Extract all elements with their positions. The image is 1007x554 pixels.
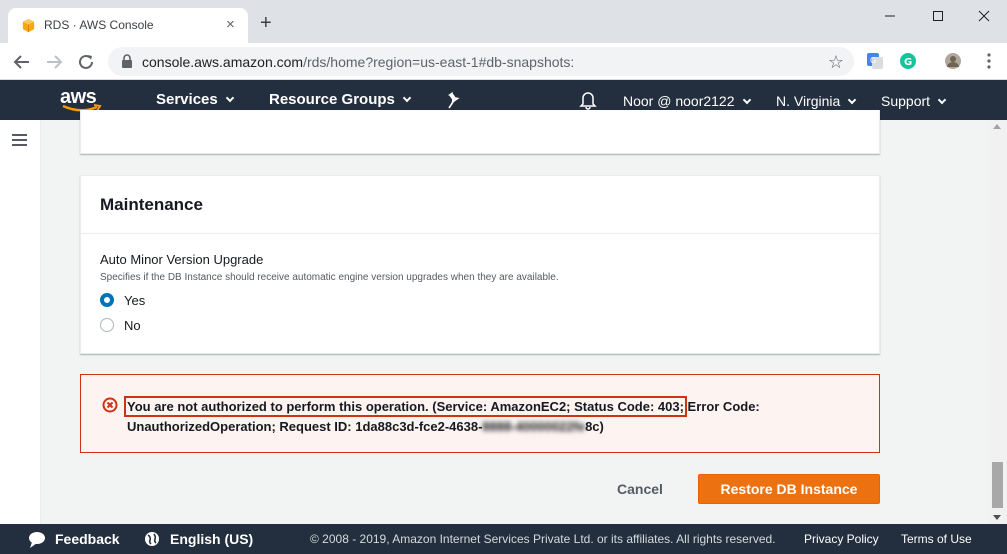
scroll-up-arrow-icon[interactable] <box>993 124 1001 129</box>
svg-text:G: G <box>870 56 876 65</box>
chevron-down-icon <box>848 95 857 105</box>
scroll-down-arrow-icon[interactable] <box>993 515 1001 520</box>
profile-avatar-icon[interactable] <box>944 52 962 70</box>
radio-button-unselected[interactable] <box>100 318 114 332</box>
services-menu[interactable]: Services <box>156 91 234 108</box>
minimize-window-icon[interactable] <box>878 6 902 26</box>
address-bar[interactable]: console.aws.amazon.com/rds/home?region=u… <box>108 47 854 76</box>
chevron-down-icon <box>742 95 751 105</box>
auto-minor-version-upgrade-label: Auto Minor Version Upgrade <box>100 252 264 267</box>
maintenance-panel: Maintenance Auto Minor Version Upgrade S… <box>80 175 880 354</box>
url-path: /rds/home?region=us-east-1#db-snapshots: <box>303 54 575 70</box>
auto-minor-version-upgrade-description: Specifies if the DB Instance should rece… <box>100 272 559 283</box>
privacy-policy-link[interactable]: Privacy Policy <box>804 532 879 546</box>
notifications-bell-icon[interactable] <box>579 90 597 110</box>
restore-db-instance-button[interactable]: Restore DB Instance <box>698 474 880 504</box>
error-message: You are not authorized to perform this o… <box>124 396 867 437</box>
cancel-button[interactable]: Cancel <box>606 475 674 504</box>
support-menu[interactable]: Support <box>881 93 947 109</box>
account-label: Noor @ noor2122 <box>623 93 735 109</box>
svg-text:G: G <box>904 57 912 68</box>
previous-section-panel <box>80 110 880 154</box>
maintenance-title: Maintenance <box>100 195 203 214</box>
close-window-icon[interactable] <box>972 6 996 26</box>
google-translate-icon[interactable]: G <box>866 52 884 70</box>
chevron-down-icon <box>937 95 947 105</box>
url-host: console.aws.amazon.com <box>142 54 304 70</box>
reload-icon[interactable] <box>75 51 97 73</box>
maximize-window-icon[interactable] <box>926 6 950 26</box>
close-tab-icon[interactable]: × <box>226 16 235 34</box>
aws-favicon-icon <box>22 18 35 33</box>
page-scrollbar[interactable] <box>988 120 1007 524</box>
language-selector[interactable]: English (US) <box>170 531 253 547</box>
error-message-end: 8c) <box>585 419 604 434</box>
region-menu[interactable]: N. Virginia <box>776 93 857 109</box>
browser-tab[interactable]: RDS · AWS Console × <box>8 8 248 43</box>
pin-icon[interactable] <box>445 91 461 109</box>
globe-icon <box>145 532 159 546</box>
support-label: Support <box>881 93 931 109</box>
radio-button-selected[interactable] <box>100 293 114 307</box>
terms-of-use-link[interactable]: Terms of Use <box>901 532 972 546</box>
console-footer: Feedback English (US) © 2008 - 2019, Ama… <box>0 524 1007 554</box>
browser-toolbar: console.aws.amazon.com/rds/home?region=u… <box>0 43 1007 80</box>
forward-arrow-icon[interactable] <box>43 51 65 73</box>
error-alert: You are not authorized to perform this o… <box>80 374 880 453</box>
grammarly-icon[interactable]: G <box>899 52 917 70</box>
chevron-down-icon <box>225 93 234 103</box>
back-arrow-icon[interactable] <box>11 51 33 73</box>
tab-title: RDS · AWS Console <box>44 18 154 32</box>
services-label: Services <box>156 91 218 108</box>
url-text: console.aws.amazon.com/rds/home?region=u… <box>142 54 574 70</box>
scrollbar-thumb[interactable] <box>992 462 1003 508</box>
new-tab-button[interactable]: + <box>260 13 272 33</box>
radio-label-no: No <box>124 318 141 333</box>
chevron-down-icon <box>402 93 412 103</box>
region-label: N. Virginia <box>776 93 841 109</box>
bookmark-star-icon[interactable]: ☆ <box>828 52 844 73</box>
feedback-speech-bubble-icon <box>29 532 45 548</box>
resource-groups-menu[interactable]: Resource Groups <box>269 91 412 108</box>
browser-tabstrip: RDS · AWS Console × + <box>0 0 1007 43</box>
radio-label-yes: Yes <box>124 293 146 308</box>
lock-icon <box>122 54 132 68</box>
chrome-menu-icon[interactable] <box>980 52 998 70</box>
error-message-highlighted: You are not authorized to perform this o… <box>124 396 687 417</box>
hamburger-menu-icon[interactable] <box>12 134 27 146</box>
feedback-link[interactable]: Feedback <box>55 531 120 547</box>
resource-groups-label: Resource Groups <box>269 91 395 108</box>
error-circle-x-icon <box>102 397 118 413</box>
left-sidebar <box>0 120 41 524</box>
radio-option-yes[interactable]: Yes <box>100 293 145 308</box>
account-menu[interactable]: Noor @ noor2122 <box>623 93 751 109</box>
radio-option-no[interactable]: No <box>100 318 141 333</box>
redacted-request-id: 8888-40000022fe <box>482 419 586 434</box>
copyright-text: © 2008 - 2019, Amazon Internet Services … <box>310 532 776 546</box>
